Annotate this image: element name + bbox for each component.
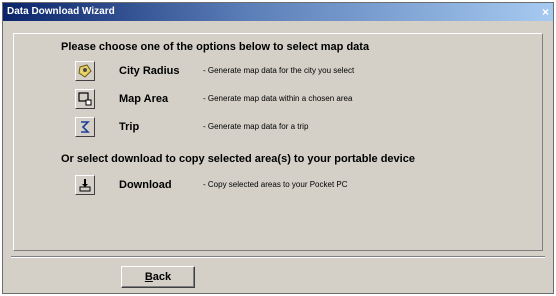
back-button-label: ack (152, 271, 172, 283)
back-button[interactable]: Back (121, 266, 195, 288)
trip-label: Trip (119, 121, 140, 133)
wizard-window: Data Download Wizard × Please choose one… (2, 2, 554, 294)
download-heading: Or select download to copy selected area… (61, 153, 415, 165)
option-row-trip: Trip - Generate map data for a trip (75, 117, 515, 139)
download-description: - Copy selected areas to your Pocket PC (203, 180, 348, 189)
map-area-label: Map Area (119, 93, 169, 105)
city-radius-description: - Generate map data for the city you sel… (203, 66, 355, 75)
option-row-download: Download - Copy selected areas to your P… (75, 175, 515, 197)
back-button-mnemonic: B (144, 271, 153, 283)
trip-icon (81, 121, 90, 133)
options-heading: Please choose one of the options below t… (61, 41, 370, 53)
title-bar[interactable]: Data Download Wizard × (3, 3, 553, 21)
city-radius-button[interactable] (75, 61, 95, 81)
option-row-map-area: Map Area - Generate map data within a ch… (75, 89, 515, 111)
trip-button[interactable] (75, 117, 95, 137)
map-area-icon (78, 92, 92, 106)
download-icon (79, 179, 91, 192)
map-area-button[interactable] (75, 89, 95, 109)
city-radius-label: City Radius (119, 65, 180, 77)
download-button[interactable] (75, 175, 95, 195)
footer-divider (11, 256, 545, 258)
map-area-description: - Generate map data within a chosen area (203, 94, 353, 103)
option-row-city-radius: City Radius - Generate map data for the … (75, 61, 515, 83)
window-title: Data Download Wizard (7, 6, 115, 17)
trip-description: - Generate map data for a trip (203, 122, 309, 131)
download-label: Download (119, 179, 172, 191)
city-radius-icon (78, 64, 92, 78)
close-icon[interactable]: × (542, 3, 549, 21)
